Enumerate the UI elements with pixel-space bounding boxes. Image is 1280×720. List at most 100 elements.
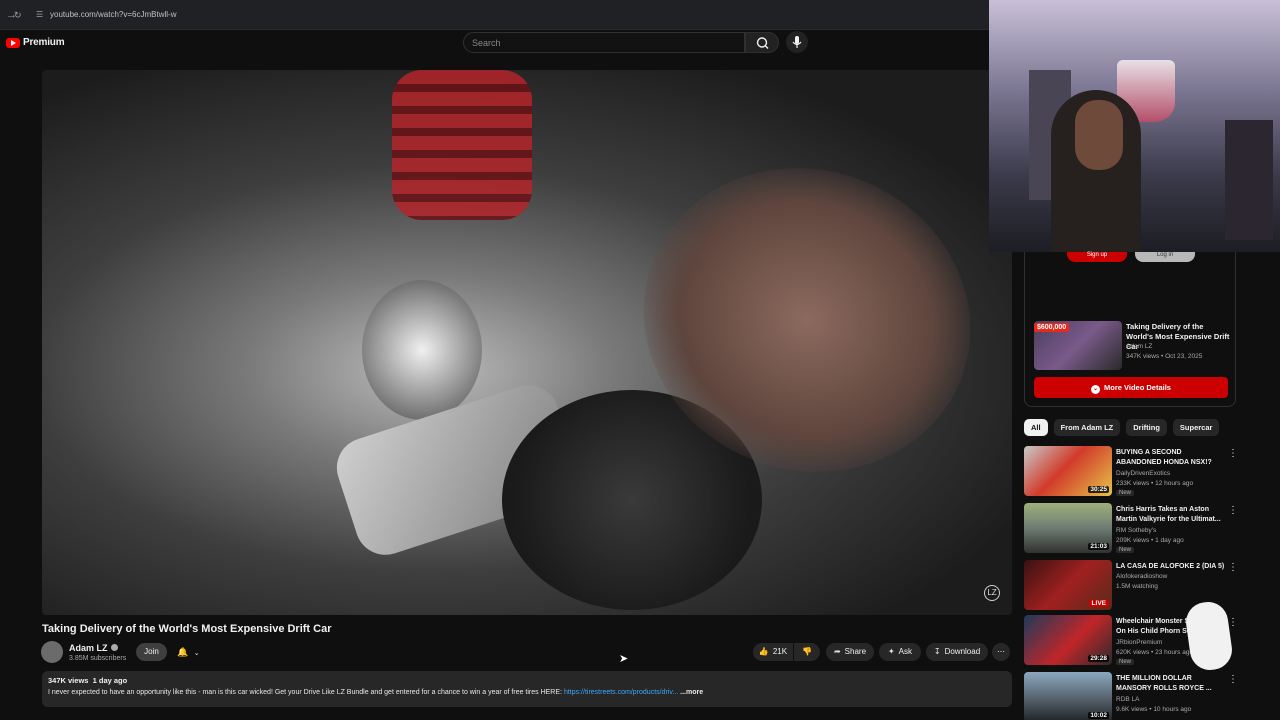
view-count: 347K views xyxy=(48,676,89,685)
rec-channel[interactable]: JRbionPremium xyxy=(1116,639,1162,646)
video-thumbnail[interactable]: 30:25 xyxy=(1024,446,1112,496)
rec-channel[interactable]: Alofokeradioshow xyxy=(1116,573,1167,580)
new-badge: New xyxy=(1116,490,1135,496)
rec-title-line-2: Martin Valkyrie for the Ultimat... xyxy=(1116,516,1221,523)
channel-watermark[interactable]: LZ xyxy=(984,585,1000,601)
video-thumbnail[interactable]: 21:03 xyxy=(1024,503,1112,553)
duration-badge: 30:25 xyxy=(1088,486,1109,493)
rec-title-line-1: BUYING A SECOND xyxy=(1116,449,1182,456)
site-info-icon[interactable]: ☰ xyxy=(36,10,43,19)
more-vertical-icon[interactable]: ⋮ xyxy=(1228,674,1238,685)
sparkle-icon: ✦ xyxy=(887,647,895,656)
youtube-logo[interactable]: Premium xyxy=(6,37,65,48)
search-input[interactable]: Search xyxy=(463,32,745,53)
chip-from-channel[interactable]: From Adam LZ xyxy=(1053,419,1121,436)
rec-meta: 9.6K views • 10 hours ago xyxy=(1116,706,1192,713)
upload-age: 1 day ago xyxy=(92,676,128,685)
thumbs-up-icon: 👍 xyxy=(758,647,769,656)
reload-icon[interactable]: ↻ xyxy=(14,10,22,21)
list-item[interactable]: 30:25 BUYING A SECOND ABANDONED HONDA NSX… xyxy=(1024,446,1244,498)
rec-title-line-2: ABANDONED HONDA NSX!? xyxy=(1116,459,1212,466)
video-thumbnail[interactable]: 10:02 xyxy=(1024,672,1112,720)
logo-text: Premium xyxy=(23,37,65,48)
chevron-down-icon: ⌄ xyxy=(193,650,200,657)
video-thumbnail[interactable]: LIVE xyxy=(1024,560,1112,610)
chip-drifting[interactable]: Drifting xyxy=(1126,419,1167,436)
channel-avatar[interactable] xyxy=(41,641,63,663)
mouse-cursor-icon: ➤ xyxy=(619,653,629,665)
duration-badge: 29:28 xyxy=(1088,655,1109,662)
cabinet-background xyxy=(1225,120,1273,240)
bell-icon: 🔔 xyxy=(177,647,189,657)
description-link[interactable]: https://tirestreets.com/products/driv... xyxy=(564,689,678,696)
duration-badge: 10:02 xyxy=(1088,712,1109,719)
video-details-panel: Sign up Log in $600,000 Taking Delivery … xyxy=(1024,252,1236,407)
chip-supercar[interactable]: Supercar xyxy=(1172,419,1220,436)
ask-button[interactable]: ✦ Ask xyxy=(879,643,921,661)
description-body: I never expected to have an opportunity … xyxy=(48,689,562,696)
list-item[interactable]: 21:03 Chris Harris Takes an Aston Martin … xyxy=(1024,503,1244,555)
filter-chips: All From Adam LZ Drifting Supercar xyxy=(1024,419,1220,436)
channel-name-text[interactable]: Adam LZ xyxy=(69,643,108,653)
download-label: Download xyxy=(944,647,981,656)
voice-search-button[interactable] xyxy=(786,31,808,53)
rec-meta: 233K views • 12 hours ago xyxy=(1116,480,1194,487)
rec-meta: 1.5M watching xyxy=(1116,583,1158,590)
rec-title-line-2: MANSORY ROLLS ROYCE ... xyxy=(1116,685,1212,692)
video-player[interactable]: LZ xyxy=(42,70,1012,615)
more-vertical-icon[interactable]: ⋮ xyxy=(1228,448,1238,459)
more-actions-button[interactable]: ⋯ xyxy=(992,643,1010,661)
thumbs-down-icon: 👎 xyxy=(802,647,812,656)
rec-channel[interactable]: RM Sotheby's xyxy=(1116,527,1156,534)
video-thumbnail[interactable]: 29:28 xyxy=(1024,615,1112,665)
more-vertical-icon[interactable]: ⋮ xyxy=(1228,562,1238,573)
like-button[interactable]: 👍 21K xyxy=(753,643,793,661)
rec-title[interactable]: LA CASA DE ALOFOKE 2 (DIA 5) xyxy=(1116,562,1228,572)
share-label: Share xyxy=(844,647,867,656)
chevron-down-circle-icon: ⌄ xyxy=(1091,385,1101,394)
description-box[interactable]: 347K views 1 day ago I never expected to… xyxy=(42,671,1012,707)
rec-channel[interactable]: RDB LA xyxy=(1116,696,1139,703)
share-icon: ➦ xyxy=(833,647,841,656)
join-button[interactable]: Join xyxy=(136,643,167,661)
related-thumbnail[interactable]: $600,000 xyxy=(1034,321,1122,370)
subscriber-count: 3.85M subscribers xyxy=(69,655,127,662)
description-text: I never expected to have an opportunity … xyxy=(48,689,1006,696)
rec-channel[interactable]: DailyDrivenExotics xyxy=(1116,470,1170,477)
more-horizontal-icon: ⋯ xyxy=(997,647,1005,656)
share-button[interactable]: ➦ Share xyxy=(826,643,874,661)
video-title: Taking Delivery of the World's Most Expe… xyxy=(42,623,332,635)
chip-all[interactable]: All xyxy=(1024,419,1048,436)
sign-up-button[interactable]: Sign up xyxy=(1067,252,1127,262)
suspension-joint xyxy=(362,280,482,420)
more-video-details-label: More Video Details xyxy=(1104,383,1171,392)
log-in-button[interactable]: Log in xyxy=(1135,252,1195,262)
verified-icon xyxy=(110,644,118,651)
download-button[interactable]: ↧ Download xyxy=(926,643,988,661)
rec-title[interactable]: Chris Harris Takes an Aston Martin Valkyr… xyxy=(1116,505,1228,525)
search-button[interactable] xyxy=(745,32,779,53)
more-vertical-icon[interactable]: ⋮ xyxy=(1228,505,1238,516)
subscribe-bell-button[interactable]: 🔔 ⌄ xyxy=(171,643,209,661)
rec-title-line-1: THE MILLION DOLLAR xyxy=(1116,675,1192,682)
dislike-button[interactable]: 👎 xyxy=(794,643,820,661)
related-meta: 347K views • Oct 23, 2025 xyxy=(1126,353,1203,360)
rec-title[interactable]: BUYING A SECOND ABANDONED HONDA NSX!? xyxy=(1116,448,1228,468)
new-badge: New xyxy=(1116,547,1135,553)
address-bar[interactable]: youtube.com/watch?v=6cJmBtwll-w xyxy=(50,10,177,19)
webcam-overlay xyxy=(989,0,1280,252)
related-channel[interactable]: Adam LZ xyxy=(1126,343,1152,350)
show-more-link[interactable]: ...more xyxy=(680,689,703,696)
more-vertical-icon[interactable]: ⋮ xyxy=(1228,617,1238,628)
download-icon: ↧ xyxy=(933,647,941,656)
youtube-play-icon xyxy=(6,37,20,48)
price-badge: $600,000 xyxy=(1034,323,1070,332)
duration-badge: 21:03 xyxy=(1088,543,1109,550)
list-item[interactable]: 10:02 THE MILLION DOLLAR MANSORY ROLLS RO… xyxy=(1024,672,1244,720)
like-count: 21K xyxy=(772,647,788,656)
more-video-details-button[interactable]: ⌄ More Video Details xyxy=(1034,377,1228,398)
search-icon xyxy=(756,37,769,49)
rec-title[interactable]: THE MILLION DOLLAR MANSORY ROLLS ROYCE ..… xyxy=(1116,674,1228,694)
channel-name[interactable]: Adam LZ xyxy=(69,643,118,653)
live-badge: LIVE xyxy=(1088,600,1109,607)
